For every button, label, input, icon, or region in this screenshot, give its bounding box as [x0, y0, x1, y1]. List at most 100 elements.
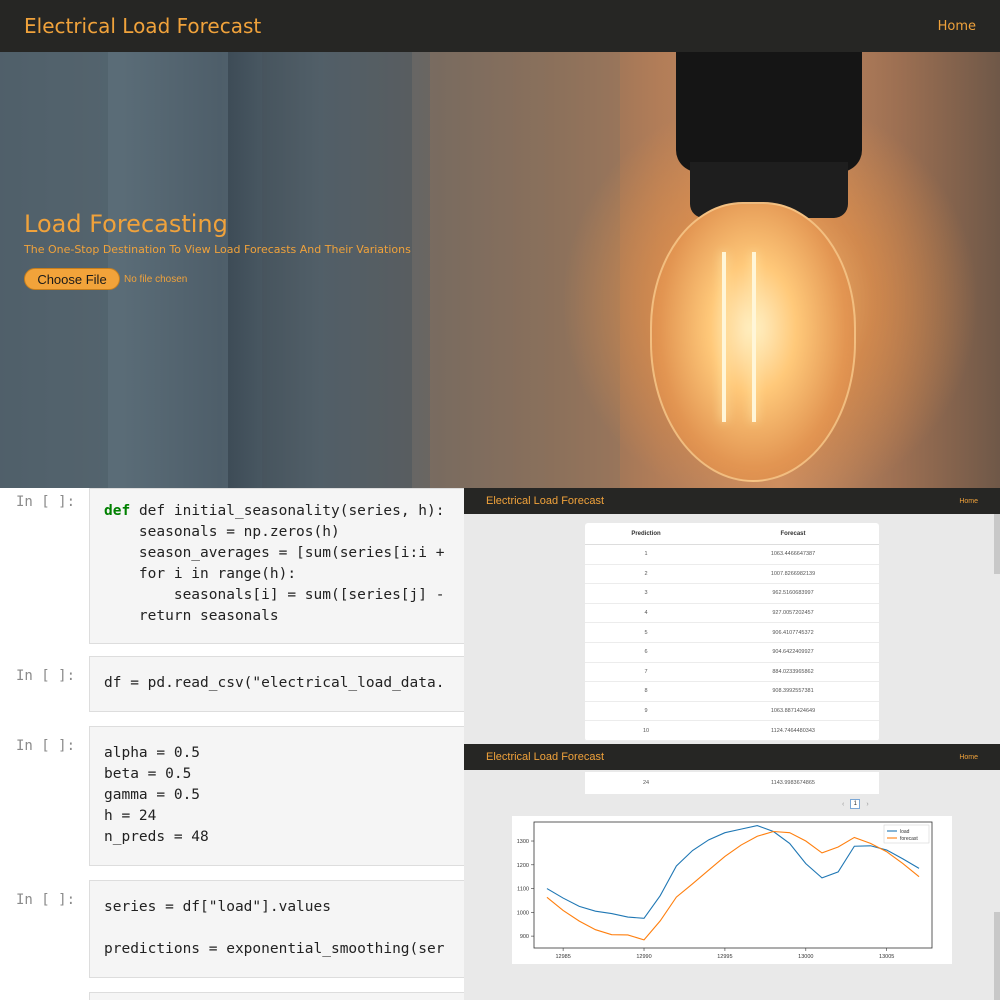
code-line: alpha = 0.5 — [104, 745, 201, 761]
code-line: n_preds = 48 — [104, 829, 209, 845]
app-title: Electrical Load Forecast — [24, 14, 262, 38]
cell-forecast: 1143.9983674865 — [771, 780, 815, 786]
table-row: 8 908.3992557381 — [585, 682, 879, 702]
table-row: 10 1124.7464480343 — [585, 721, 879, 741]
table-row: 3 962.5160683997 — [585, 584, 879, 604]
bulb-socket — [676, 52, 862, 172]
table-header: Prediction Forecast — [585, 523, 879, 545]
y-tick-label: 900 — [520, 934, 529, 940]
cell-prompt: In [ ]: — [16, 494, 76, 510]
x-tick-label: 13000 — [798, 954, 813, 960]
code-line: return seasonals — [104, 608, 279, 624]
cell-prediction: 1 — [644, 551, 648, 558]
cell-prediction: 5 — [644, 629, 648, 636]
table-row: 6 904.6422409927 — [585, 643, 879, 663]
code-line: for i in range(h): — [104, 566, 297, 582]
scrollbar[interactable] — [994, 912, 1000, 1000]
code-line: beta = 0.5 — [104, 766, 192, 782]
cell-forecast: 908.3992557381 — [772, 688, 814, 695]
code-cell-seasonality[interactable]: def def initial_seasonality(series, h): … — [89, 488, 464, 644]
code-line: h = 24 — [104, 808, 157, 824]
scrollbar[interactable] — [994, 514, 1000, 574]
code-line: df = pd.read_csv("electrical_load_data. — [104, 675, 445, 691]
code-line: seasonals = np.zeros(h) — [104, 524, 340, 540]
pager-page-1[interactable]: 1 — [850, 799, 861, 809]
cell-forecast: 1063.8871424649 — [770, 708, 816, 715]
header-forecast: Forecast — [780, 530, 806, 537]
table-row: 4 927.0057202457 — [585, 604, 879, 624]
table-row: 24 1143.9983674865 — [585, 772, 879, 794]
cell-prediction: 8 — [644, 688, 648, 695]
x-tick-label: 13005 — [879, 954, 894, 960]
y-tick-label: 1000 — [517, 910, 529, 916]
cell-forecast: 1063.4466647387 — [770, 551, 816, 558]
cell-forecast: 1007.8266982139 — [770, 570, 816, 577]
cell-prompt: In [ ]: — [16, 738, 76, 754]
legend-label: load — [900, 829, 910, 835]
cell-prediction: 7 — [644, 668, 648, 675]
choose-file-button[interactable]: Choose File — [24, 268, 120, 290]
hero-subtitle: The One-Stop Destination To View Load Fo… — [24, 243, 411, 256]
cell-prediction: 9 — [644, 708, 648, 715]
series-line-load — [546, 824, 920, 919]
table-nav-home-link[interactable]: Home — [959, 498, 978, 505]
code-line: seasonals[i] = sum([series[j] - — [104, 587, 445, 603]
notebook-panel: In [ ]: def def initial_seasonality(seri… — [0, 488, 464, 1000]
cell-forecast: 962.5160683997 — [772, 590, 814, 597]
navbar: Electrical Load Forecast Home — [0, 0, 1000, 52]
cell-prediction: 3 — [644, 590, 648, 597]
wood-plank — [262, 52, 412, 488]
code-cell-params[interactable]: alpha = 0.5 beta = 0.5 gamma = 0.5 h = 2… — [89, 726, 464, 866]
code-line: def initial_seasonality(series, h): — [138, 503, 445, 519]
cell-forecast: 884.0233965862 — [772, 668, 814, 675]
y-tick-label: 1200 — [517, 863, 529, 869]
chart-app-title: Electrical Load Forecast — [486, 751, 604, 763]
code-line: series = df["load"].values — [104, 899, 331, 915]
code-cell-predictions[interactable]: series = df["load"].values predictions =… — [89, 880, 464, 978]
code-line: gamma = 0.5 — [104, 787, 201, 803]
cell-forecast: 904.6422409927 — [772, 649, 814, 656]
code-cell-next[interactable] — [89, 992, 464, 1000]
x-tick-label: 12995 — [717, 954, 732, 960]
forecast-chart-panel: Electrical Load Forecast Home 24 1143.99… — [464, 744, 1000, 1000]
cell-prediction: 4 — [644, 610, 648, 617]
cell-forecast: 906.4107745372 — [772, 629, 814, 636]
forecast-table: Prediction Forecast 1 1063.4466647387 2 10… — [585, 523, 879, 741]
hero-banner: Load Forecasting The One-Stop Destinatio… — [0, 52, 1000, 488]
nav-home-link[interactable]: Home — [938, 19, 976, 34]
chart-navbar: Electrical Load Forecast Home — [464, 744, 1000, 770]
cell-prediction: 10 — [642, 727, 650, 734]
y-tick-label: 1300 — [517, 839, 529, 845]
cell-prediction: 6 — [644, 649, 648, 656]
bulb-filament — [752, 252, 756, 422]
cell-prediction: 2 — [644, 570, 648, 577]
header-prediction: Prediction — [631, 530, 661, 537]
table-row: 1 1063.4466647387 — [585, 545, 879, 565]
cell-forecast: 927.0057202457 — [772, 610, 814, 617]
file-status-text: No file chosen — [124, 274, 188, 285]
table-row: 7 884.0233965862 — [585, 663, 879, 683]
cell-forecast: 1124.7464480343 — [771, 727, 815, 734]
cell-prediction: 24 — [642, 780, 650, 786]
forecast-table-panel: Electrical Load Forecast Home Prediction… — [464, 488, 1000, 744]
table-row: 5 906.4107745372 — [585, 623, 879, 643]
x-tick-label: 12990 — [636, 954, 651, 960]
wood-plank — [108, 52, 228, 488]
pager-prev-button[interactable]: ‹ — [842, 801, 844, 808]
legend-label: forecast — [900, 836, 918, 842]
series-line-forecast — [546, 830, 920, 941]
pager-next-button[interactable]: › — [866, 801, 868, 808]
table-app-title: Electrical Load Forecast — [486, 495, 604, 507]
pagination: ‹ 1 › — [842, 799, 869, 809]
table-navbar: Electrical Load Forecast Home — [464, 488, 1000, 514]
code-line: predictions = exponential_smoothing(ser — [104, 941, 445, 957]
bulb-filament — [722, 252, 726, 422]
code-line: season_averages = [sum(series[i:i + — [104, 545, 445, 561]
code-cell-read-csv[interactable]: df = pd.read_csv("electrical_load_data. — [89, 656, 464, 712]
chart-nav-home-link[interactable]: Home — [959, 754, 978, 761]
cell-prompt: In [ ]: — [16, 668, 76, 684]
forecast-chart: 900 1000 1100 1200 1300 12985 12990 12995 13000 1… — [512, 816, 952, 964]
table-row: 2 1007.8266982139 — [585, 565, 879, 585]
table-row: 9 1063.8871424649 — [585, 702, 879, 722]
hero-title: Load Forecasting — [24, 210, 228, 238]
